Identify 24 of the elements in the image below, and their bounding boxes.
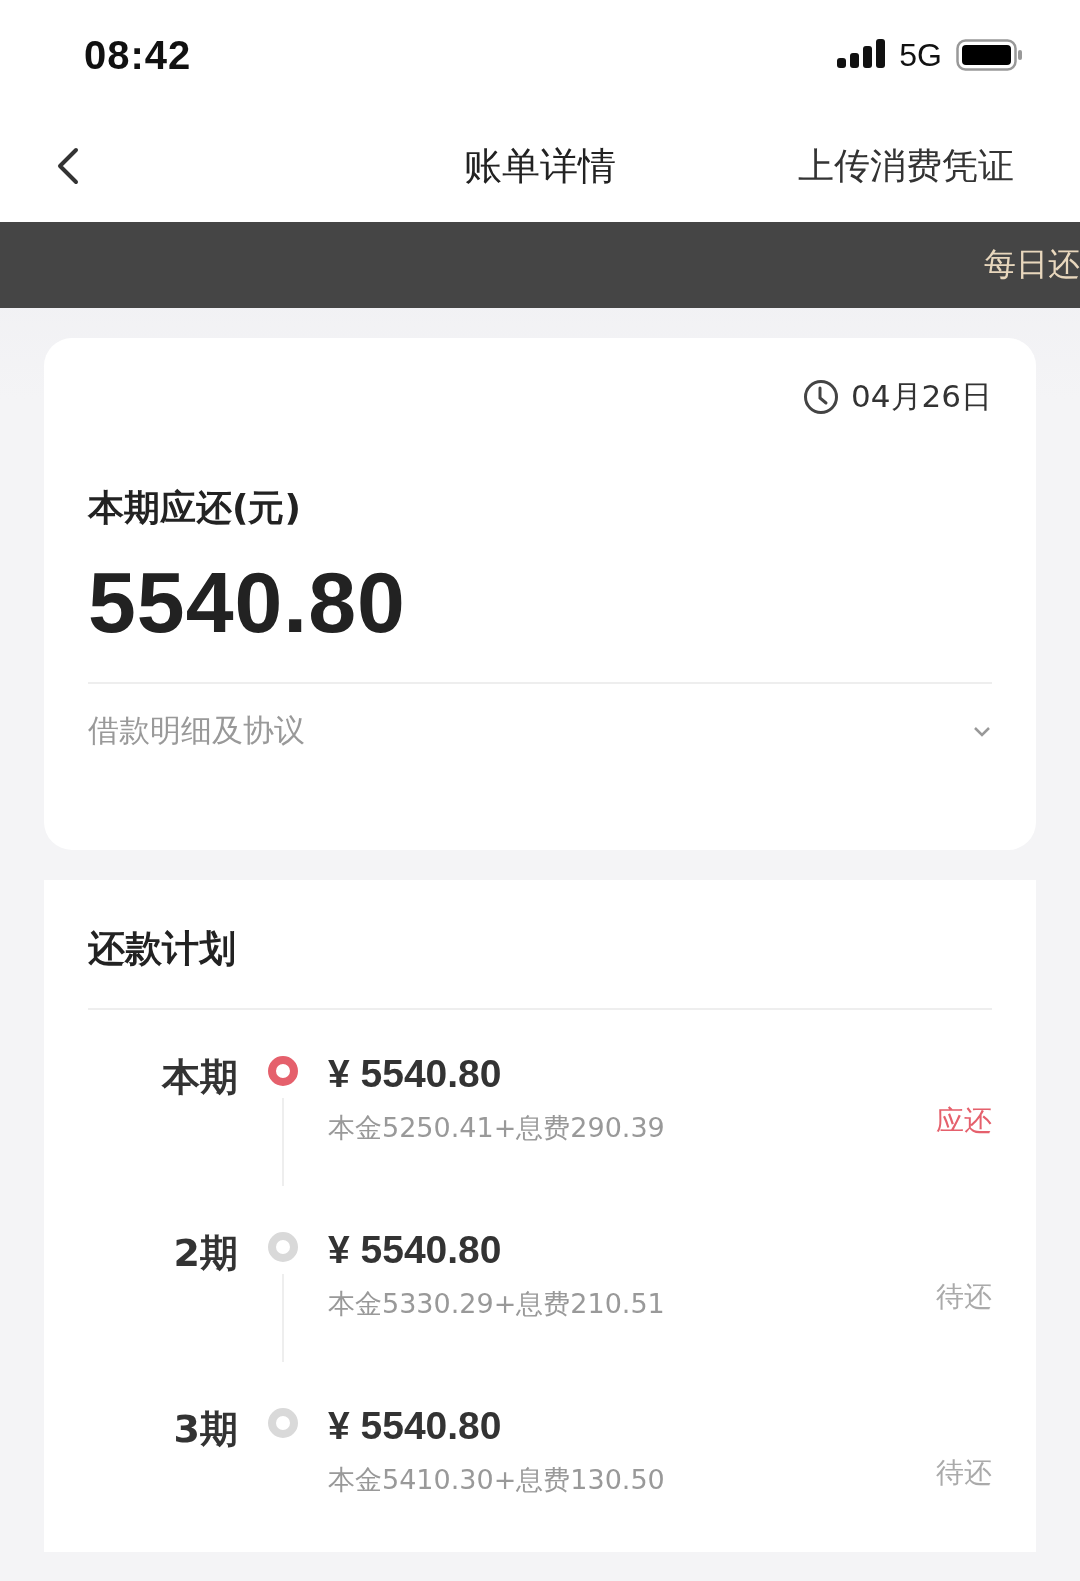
amount-breakdown: 本金5250.41+息费290.39 bbox=[328, 1111, 665, 1145]
amount-due: 5540.80 bbox=[88, 553, 406, 652]
amount-breakdown: 本金5330.29+息费210.51 bbox=[328, 1287, 665, 1321]
installment-amount: ¥ 5540.80 bbox=[328, 1404, 502, 1448]
clock-icon bbox=[803, 379, 840, 415]
payment-status: 待还 bbox=[936, 1455, 992, 1491]
period-label: 3期 bbox=[172, 1406, 238, 1453]
installment-amount: ¥ 5540.80 bbox=[328, 1052, 502, 1096]
due-date: 04月26日 bbox=[851, 377, 992, 416]
amount-breakdown: 本金5410.30+息费130.50 bbox=[328, 1463, 665, 1497]
clock-time: 08:42 bbox=[84, 32, 193, 78]
chevron-icon[interactable] bbox=[972, 724, 992, 738]
upload-receipt-button[interactable]: 上传消费凭证 bbox=[798, 141, 1014, 191]
payment-status: 应还 bbox=[936, 1103, 992, 1139]
payment-status: 待还 bbox=[936, 1279, 992, 1315]
notice-text: 每日还 bbox=[984, 244, 1080, 285]
network-type: 5G bbox=[899, 36, 942, 74]
period-label: 本期 bbox=[160, 1054, 238, 1101]
section-title: 还款计划 bbox=[88, 926, 236, 972]
period-label: 2期 bbox=[172, 1230, 238, 1277]
installment-amount: ¥ 5540.80 bbox=[328, 1228, 502, 1272]
page-title: 账单详情 bbox=[464, 143, 616, 188]
amount-label: 本期应还(元) bbox=[88, 486, 301, 530]
battery-icon bbox=[956, 39, 1022, 71]
